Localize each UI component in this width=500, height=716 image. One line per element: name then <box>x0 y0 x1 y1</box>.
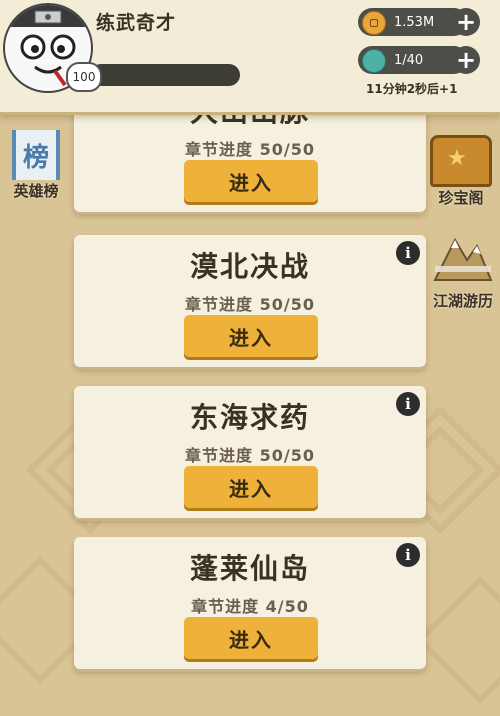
hero-ranking-button[interactable]: 榜 英雄榜 <box>2 130 70 201</box>
enter-button[interactable]: 进入 <box>184 617 318 659</box>
chapter-progress: 章节进度 4/50 <box>191 597 309 616</box>
add-coins-button[interactable]: + <box>452 8 480 36</box>
jianghu-travel-label: 江湖游历 <box>432 292 493 310</box>
top-bar: 练武奇才 100 1.53M + 1/40 + 11分钟2秒后+1 <box>0 0 500 115</box>
mountain-icon <box>433 237 493 281</box>
xp-bar <box>90 64 240 86</box>
enter-button[interactable]: 进入 <box>184 160 318 202</box>
chapter-card: 蓬莱仙岛 章节进度 4/50 进入 i <box>74 537 426 669</box>
add-energy-button[interactable]: + <box>452 46 480 74</box>
chapter-title: 东海求药 <box>189 401 310 434</box>
enter-button[interactable]: 进入 <box>184 466 318 508</box>
treasure-chest-icon: ★ <box>430 135 492 187</box>
energy-balloon-icon <box>362 49 386 73</box>
player-name: 练武奇才 <box>96 12 177 34</box>
info-icon[interactable]: i <box>396 543 420 567</box>
chapter-progress: 章节进度 50/50 <box>185 295 315 314</box>
coin-icon <box>362 11 386 35</box>
level-badge: 100 <box>66 62 102 92</box>
jianghu-travel-button[interactable]: 江湖游历 <box>428 230 498 311</box>
chapter-title: 漠北决战 <box>189 250 310 283</box>
treasure-pavilion-label: 珍宝阁 <box>438 189 484 207</box>
enter-button[interactable]: 进入 <box>184 315 318 357</box>
info-icon[interactable]: i <box>396 392 420 416</box>
chapter-progress: 章节进度 50/50 <box>185 140 315 159</box>
chapter-progress: 章节进度 50/50 <box>185 446 315 465</box>
ranking-scroll-icon: 榜 <box>12 130 60 180</box>
energy-value: 1/40 <box>394 52 424 68</box>
treasure-pavilion-button[interactable]: ★ 珍宝阁 <box>424 135 498 208</box>
hero-ranking-label: 英雄榜 <box>13 182 59 200</box>
chapter-title: 蓬莱仙岛 <box>189 552 310 585</box>
coin-value: 1.53M <box>394 14 435 30</box>
chapter-card: 东海求药 章节进度 50/50 进入 i <box>74 386 426 518</box>
info-icon[interactable]: i <box>396 241 420 265</box>
chapter-card: 漠北决战 章节进度 50/50 进入 i <box>74 235 426 367</box>
energy-timer: 11分钟2秒后+1 <box>366 82 458 96</box>
